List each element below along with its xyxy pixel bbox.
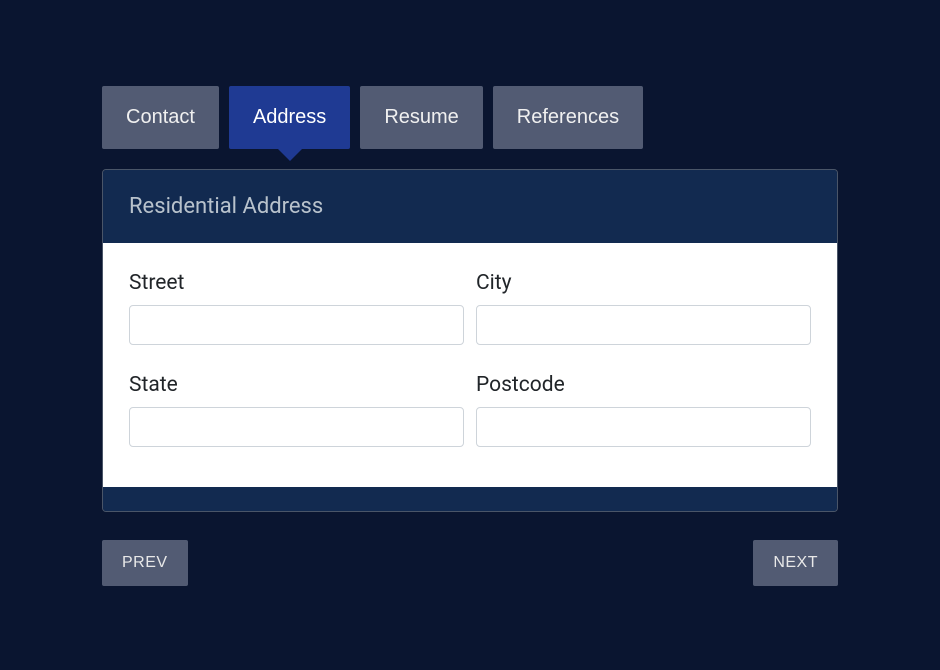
next-button[interactable]: NEXT <box>753 540 838 586</box>
city-input[interactable] <box>476 305 811 345</box>
panel-footer <box>103 487 837 511</box>
street-input[interactable] <box>129 305 464 345</box>
postcode-input[interactable] <box>476 407 811 447</box>
tab-address[interactable]: Address <box>229 86 350 149</box>
tab-contact[interactable]: Contact <box>102 86 219 149</box>
prev-button[interactable]: PREV <box>102 540 188 586</box>
wizard-nav-buttons: PREV NEXT <box>102 540 838 586</box>
form-group-state: State <box>129 373 464 447</box>
form-group-city: City <box>476 271 811 345</box>
state-input[interactable] <box>129 407 464 447</box>
panel-body: Street City State Postcode <box>103 243 837 487</box>
form-group-street: Street <box>129 271 464 345</box>
street-label: Street <box>129 271 464 295</box>
tab-resume[interactable]: Resume <box>360 86 482 149</box>
state-label: State <box>129 373 464 397</box>
tab-references[interactable]: References <box>493 86 643 149</box>
city-label: City <box>476 271 811 295</box>
panel-title: Residential Address <box>103 170 837 243</box>
wizard-tabs: Contact Address Resume References <box>102 86 838 149</box>
form-group-postcode: Postcode <box>476 373 811 447</box>
address-panel: Residential Address Street City State Po… <box>102 169 838 512</box>
postcode-label: Postcode <box>476 373 811 397</box>
